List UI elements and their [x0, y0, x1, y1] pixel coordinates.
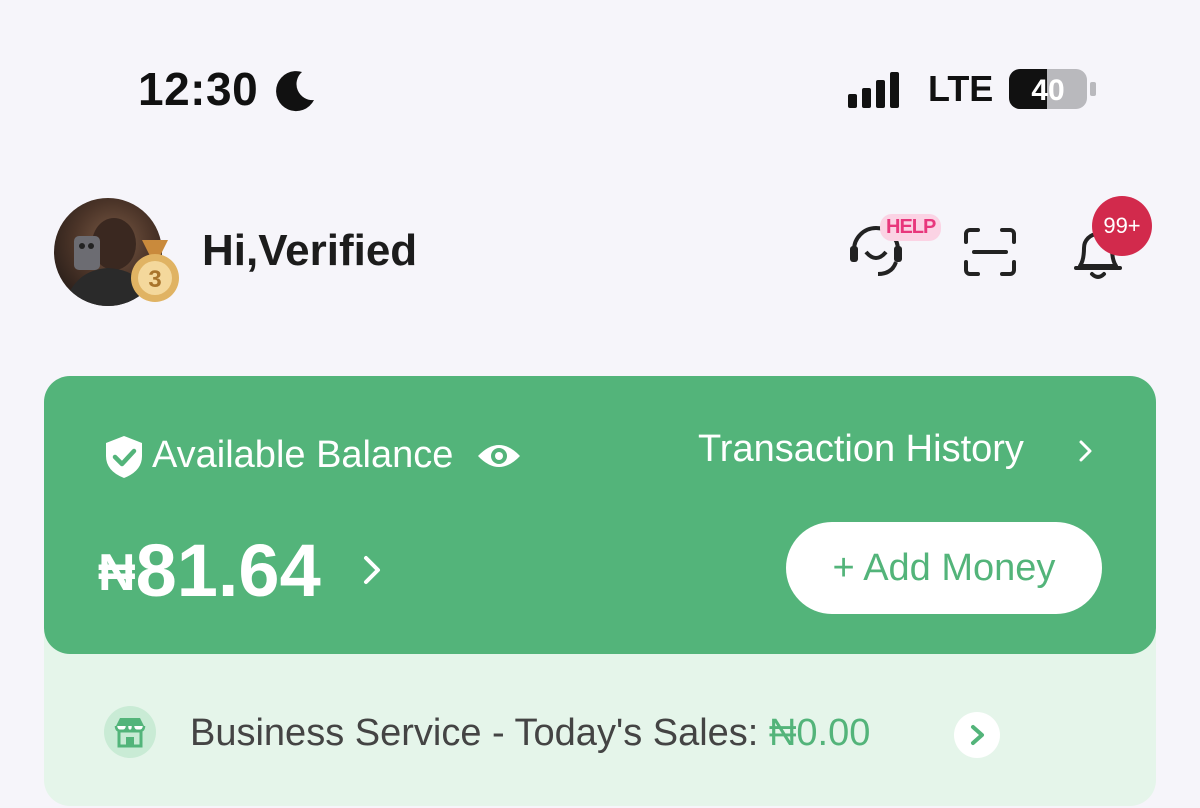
balance-amount[interactable]: ₦81.64 — [98, 528, 321, 613]
available-balance-label: Available Balance — [152, 434, 454, 476]
moon-icon — [276, 71, 314, 112]
help-badge: HELP — [880, 214, 942, 241]
balance-value: 81.64 — [135, 529, 321, 612]
battery-level: 40 — [1031, 74, 1064, 107]
notification-badge: 99+ — [1092, 196, 1152, 256]
greeting: Hi,Verified — [202, 226, 418, 275]
chevron-right-icon[interactable] — [360, 550, 386, 590]
currency-symbol: ₦ — [98, 544, 136, 602]
status-time: 12:30 — [138, 63, 259, 115]
chevron-right-icon — [971, 725, 984, 745]
store-icon — [104, 706, 156, 758]
shield-check-icon — [106, 436, 142, 478]
business-service-text[interactable]: Business Service - Today's Sales: ₦0.00 — [190, 712, 870, 755]
eye-icon[interactable] — [476, 438, 522, 474]
business-go-button[interactable] — [954, 712, 1000, 758]
chevron-right-icon[interactable] — [1074, 436, 1098, 466]
network-type: LTE — [928, 68, 994, 109]
add-money-button[interactable]: + Add Money — [786, 522, 1102, 614]
transaction-history-link[interactable]: Transaction History — [698, 428, 1024, 471]
status-bar: 12:30 LTE 40 — [0, 0, 1200, 180]
business-service-label: Business Service - Today's Sales: — [190, 712, 769, 754]
medal-icon: 3 — [131, 240, 179, 302]
scan-icon[interactable] — [962, 226, 1018, 278]
medal-level: 3 — [148, 266, 161, 293]
battery-icon: 40 — [1009, 69, 1096, 109]
signal-icon — [848, 72, 899, 108]
todays-sales-amount: ₦0.00 — [768, 712, 871, 754]
